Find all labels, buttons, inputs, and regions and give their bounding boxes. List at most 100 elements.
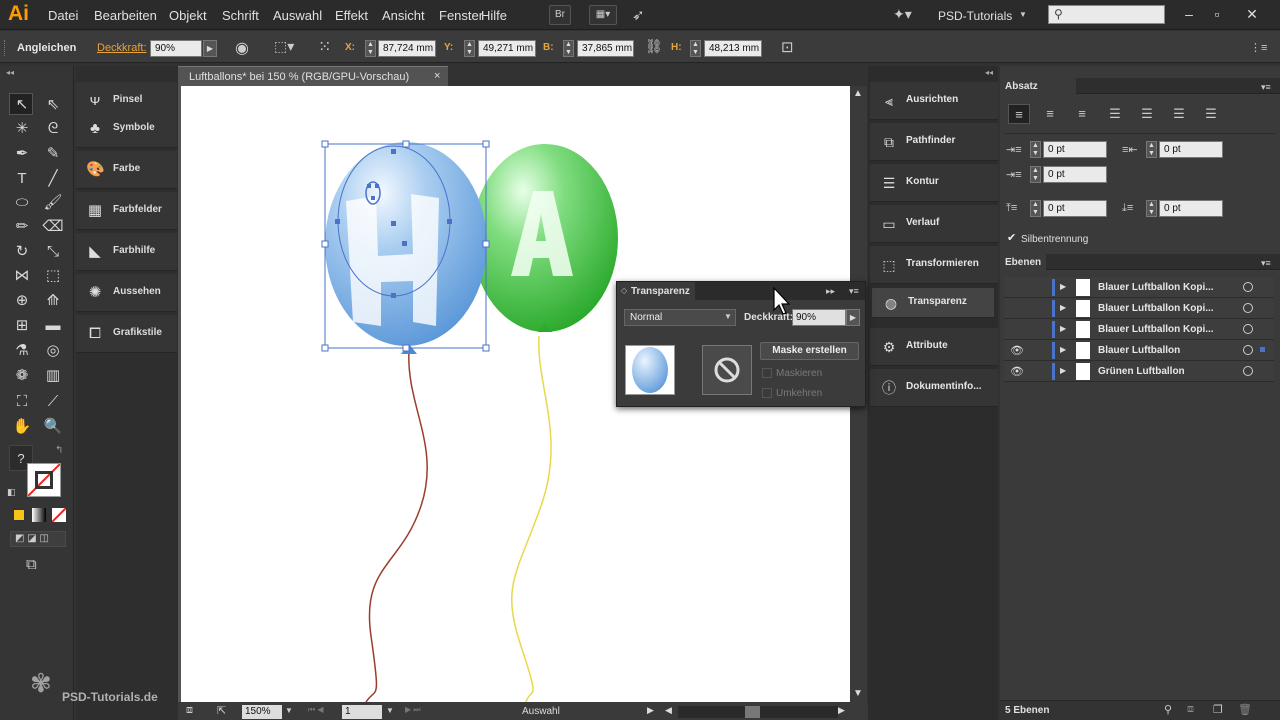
height-stepper[interactable]: ▲ ▼ — [690, 40, 701, 57]
invert-checkbox[interactable] — [762, 388, 772, 398]
collapse-icon[interactable]: ◂◂ — [6, 68, 14, 77]
y-field[interactable]: 49,271 mm — [478, 40, 536, 57]
space-after-stepper[interactable]: ▲ ▼ — [1146, 200, 1157, 217]
menu-ansicht[interactable]: Ansicht — [382, 8, 425, 23]
artboard-tool-icon[interactable]: ⛶ — [10, 391, 34, 413]
transparency-menu-icon[interactable]: ▾≡ — [849, 286, 859, 297]
opacity-field[interactable]: 90% — [150, 40, 202, 57]
justify-all-icon[interactable]: ☰ — [1200, 104, 1222, 124]
close-window-button[interactable]: ✕ — [1240, 4, 1264, 24]
maximize-button[interactable]: ▫ — [1205, 4, 1229, 24]
y-stepper[interactable]: ▲ ▼ — [464, 40, 475, 57]
chevron-down-icon[interactable]: ▼ — [724, 312, 732, 321]
isolate-icon[interactable]: ⬚▾ — [274, 38, 294, 55]
layer-row[interactable]: 👁 ▶ Grünen Luftballon — [1004, 361, 1274, 382]
align-right-icon[interactable]: ≡ — [1071, 104, 1093, 124]
layer-row[interactable]: ▶ Blauer Luftballon Kopi... — [1004, 319, 1274, 340]
stroke-color-swatch[interactable] — [35, 471, 53, 489]
menu-auswahl[interactable]: Auswahl — [273, 8, 322, 23]
draw-mode-icons[interactable]: ◩ ◪ ◫ — [10, 531, 66, 547]
transform-icon[interactable]: ⊡ — [781, 38, 794, 56]
mesh-tool-icon[interactable]: ⊞ — [10, 315, 34, 337]
magic-wand-tool-icon[interactable]: ✳ — [10, 118, 34, 140]
menu-schrift[interactable]: Schrift — [222, 8, 259, 23]
first-line-field[interactable]: 0 pt — [1043, 166, 1107, 183]
space-after-field[interactable]: 0 pt — [1159, 200, 1223, 217]
rotate-tool-icon[interactable]: ↻ — [10, 241, 34, 263]
recolor-icon[interactable]: ◉ — [235, 38, 249, 58]
free-transform-tool-icon[interactable]: ⬚ — [41, 265, 65, 287]
hyphenation-checkbox[interactable]: ✔ — [1007, 231, 1016, 244]
menu-objekt[interactable]: Objekt — [169, 8, 207, 23]
panel-ausrichten[interactable]: ⫷ Ausrichten — [870, 82, 998, 120]
target-circle-icon[interactable] — [1243, 366, 1253, 376]
artboard-nav-icon[interactable]: ⧈ — [186, 704, 193, 717]
indent-left-field[interactable]: 0 pt — [1043, 141, 1107, 158]
align-left-icon[interactable]: ≡ — [1008, 104, 1030, 124]
panel-farbe[interactable]: 🎨 Farbe — [76, 151, 177, 189]
line-tool-icon[interactable]: ╱ — [41, 168, 65, 190]
align-center-icon[interactable]: ≡ — [1039, 104, 1061, 124]
panel-grafikstile[interactable]: ⧠ Grafikstile — [76, 315, 177, 353]
gradient-mode-icon[interactable] — [32, 508, 46, 522]
scroll-right-icon[interactable]: ▶ — [838, 705, 845, 716]
delete-layer-icon[interactable]: 🗑 — [1238, 703, 1252, 716]
expand-triangle-icon[interactable]: ▶ — [1060, 366, 1066, 375]
last-artboard-icon[interactable]: ▶ ⏭ — [405, 705, 421, 715]
indent-right-field[interactable]: 0 pt — [1159, 141, 1223, 158]
scroll-down-icon[interactable]: ▼ — [853, 688, 863, 699]
locate-object-icon[interactable]: ⚲ — [1164, 703, 1172, 716]
type-tool-icon[interactable]: T — [10, 168, 34, 190]
collapse-strip-icon[interactable]: ◂◂ — [985, 68, 993, 77]
panel-symbole[interactable]: ♣ Symbole — [76, 110, 177, 148]
panel-menu-icon[interactable]: ⋮≡ — [1250, 41, 1267, 54]
x-stepper[interactable]: ▲ ▼ — [365, 40, 376, 57]
scroll-up-icon[interactable]: ▲ — [853, 88, 863, 99]
default-colors-icon[interactable]: ◧ — [7, 487, 16, 498]
graph-tool-icon[interactable]: ▥ — [41, 365, 65, 387]
mask-thumbnail[interactable] — [702, 345, 752, 395]
pencil-tool-icon[interactable]: ✏ — [10, 216, 34, 238]
paragraph-menu-icon[interactable]: ▾≡ — [1261, 82, 1271, 93]
shape-builder-tool-icon[interactable]: ⊕ — [10, 290, 34, 312]
perspective-tool-icon[interactable]: ⟰ — [41, 290, 65, 312]
curvature-tool-icon[interactable]: ✎ — [41, 143, 65, 165]
width-tool-icon[interactable]: ⋈ — [10, 265, 34, 287]
opacity-label[interactable]: Deckkraft: — [97, 42, 147, 54]
menu-hilfe[interactable]: Hilfe — [481, 8, 507, 23]
panel-kontur[interactable]: ☰ Kontur — [870, 164, 998, 202]
panel-pathfinder[interactable]: ⧉ Pathfinder — [870, 123, 998, 161]
make-mask-button[interactable]: Maske erstellen — [760, 342, 859, 360]
slice-tool-icon[interactable]: ⟋ — [41, 391, 65, 413]
clip-checkbox[interactable] — [762, 368, 772, 378]
panel-farbhilfe[interactable]: ◣ Farbhilfe — [76, 233, 177, 271]
object-thumbnail[interactable] — [625, 345, 675, 395]
gradient-tool-icon[interactable]: ▬ — [41, 315, 65, 337]
reference-point-icon[interactable]: ⁙ — [318, 37, 331, 57]
layer-row[interactable]: ▶ Blauer Luftballon Kopi... — [1004, 298, 1274, 319]
panel-attribute[interactable]: ⚙ Attribute — [870, 328, 998, 366]
lasso-tool-icon[interactable]: ᘓ — [41, 118, 65, 140]
selection-tool-icon[interactable]: ↖ — [10, 94, 34, 116]
expand-triangle-icon[interactable]: ▶ — [1060, 324, 1066, 333]
first-artboard-icon[interactable]: ⏮ ◀ — [308, 705, 324, 715]
height-field[interactable]: 48,213 mm — [704, 40, 762, 57]
space-before-stepper[interactable]: ▲ ▼ — [1030, 200, 1041, 217]
grip-handle[interactable] — [4, 40, 7, 56]
scale-tool-icon[interactable]: ⤡ — [41, 241, 65, 263]
ellipse-tool-icon[interactable]: ⬭ — [10, 192, 34, 214]
menu-fenster[interactable]: Fenster — [439, 8, 483, 23]
status-menu-icon[interactable]: ▶ — [647, 705, 654, 716]
panel-verlauf[interactable]: ▭ Verlauf — [870, 205, 998, 243]
width-stepper[interactable]: ▲ ▼ — [563, 40, 574, 57]
width-field[interactable]: 37,865 mm — [577, 40, 634, 57]
link-icon[interactable]: ⛓ — [645, 38, 663, 55]
justify-center-icon[interactable]: ☰ — [1136, 104, 1158, 124]
expand-triangle-icon[interactable]: ▶ — [1060, 345, 1066, 354]
layer-row[interactable]: 👁 ▶ Blauer Luftballon — [1004, 340, 1274, 361]
first-line-stepper[interactable]: ▲ ▼ — [1030, 166, 1041, 183]
selected-art-indicator[interactable] — [1260, 347, 1265, 352]
help-search-input[interactable]: ⚲ — [1048, 5, 1165, 24]
export-icon[interactable]: ⇱ — [217, 704, 226, 717]
panel-dokumentinfo[interactable]: ⓘ Dokumentinfo... — [870, 369, 998, 407]
